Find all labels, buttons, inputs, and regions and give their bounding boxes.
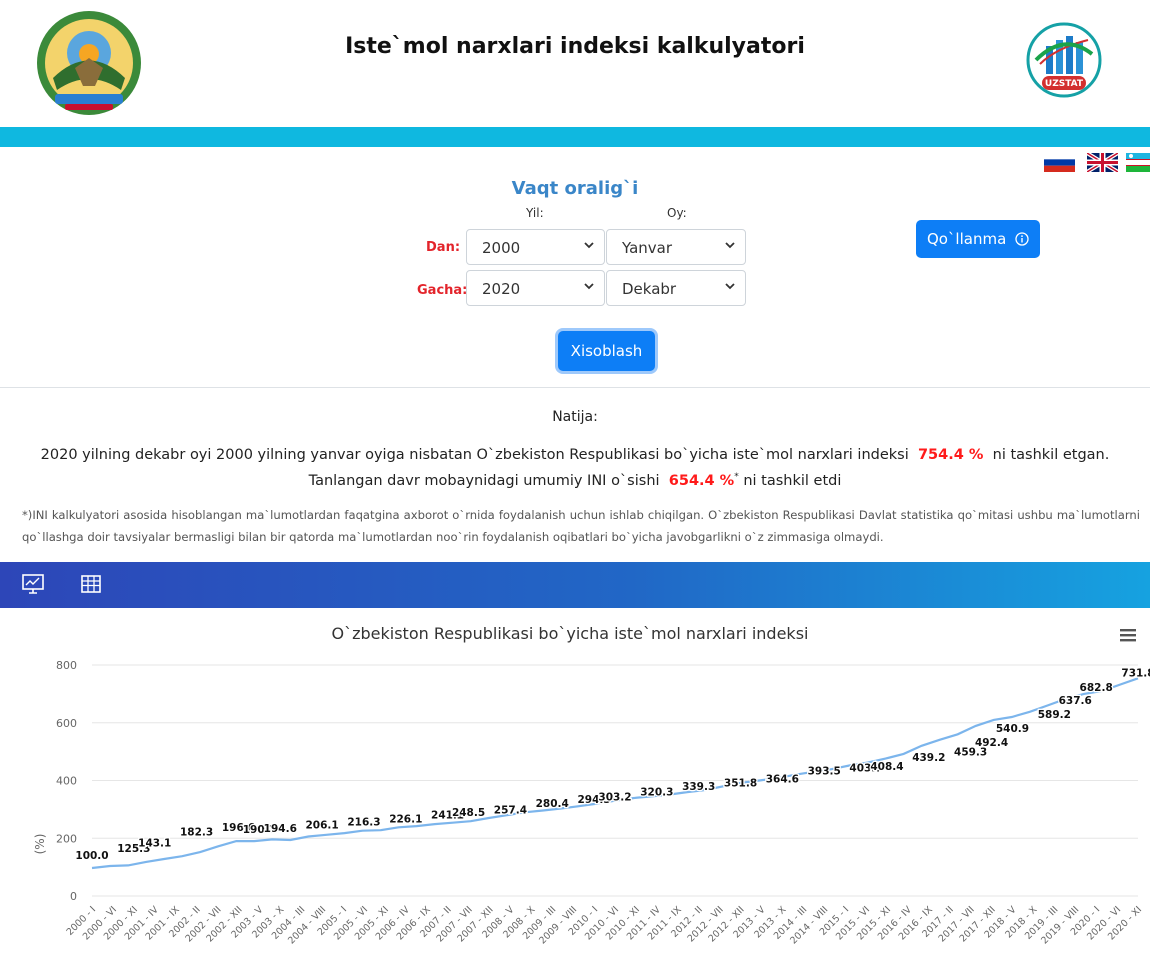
- data-label: 303.2: [598, 791, 631, 803]
- data-label: 351.8: [724, 777, 757, 789]
- data-label: 589.2: [1038, 709, 1071, 721]
- data-label: 280.4: [536, 798, 569, 810]
- uzbek-flag-icon[interactable]: [1126, 153, 1150, 172]
- chart-title: O`zbekiston Respublikasi bo`yicha iste`m…: [332, 624, 809, 643]
- header: Iste`mol narxlari indeksi kalkulyatori U…: [0, 0, 1150, 127]
- data-label: 540.9: [996, 723, 1029, 735]
- y-tick-label: 800: [56, 659, 77, 672]
- table-view-icon[interactable]: [80, 573, 102, 595]
- data-label: 182.3: [180, 826, 213, 838]
- data-label: 492.4: [975, 737, 1008, 749]
- accent-bar: [0, 127, 1150, 147]
- english-flag-icon[interactable]: [1087, 153, 1118, 172]
- result-line-1: 2020 yilning dekabr oyi 2000 yilning yan…: [0, 447, 1150, 463]
- data-label: 206.1: [306, 819, 339, 831]
- to-month-select[interactable]: Dekabr: [606, 270, 746, 306]
- guide-button[interactable]: Qo`llanma: [916, 220, 1040, 258]
- data-label: 194.6: [264, 823, 297, 835]
- result-line-2: Tanlangan davr mobaynidagi umumiy INI o`…: [0, 472, 1150, 489]
- chart-toolbar: [0, 562, 1150, 608]
- data-label: 226.1: [389, 814, 422, 826]
- to-month-value: Dekabr: [622, 280, 677, 298]
- data-label: 364.6: [766, 774, 799, 786]
- chevron-down-icon: [584, 283, 594, 290]
- cpi-value: 754.4 %: [917, 447, 984, 463]
- data-label: 731.8: [1121, 668, 1150, 680]
- month-column-label: Oy:: [667, 206, 687, 220]
- data-label: 100.0: [75, 850, 108, 862]
- y-tick-label: 400: [56, 775, 77, 788]
- state-emblem-logo: [37, 11, 141, 115]
- chevron-down-icon: [725, 283, 735, 290]
- uzstat-logo-text: UZSTAT: [1045, 79, 1084, 89]
- result-line-2-suffix: ni tashkil etdi: [743, 472, 842, 489]
- data-label: 637.6: [1059, 695, 1092, 707]
- guide-button-label: Qo`llanma: [926, 230, 1007, 248]
- chart-view-icon[interactable]: [22, 573, 44, 595]
- growth-value: 654.4 %: [668, 472, 735, 489]
- data-label: 216.3: [347, 817, 380, 829]
- data-label: 257.4: [494, 805, 527, 817]
- chevron-down-icon: [584, 242, 594, 249]
- data-label: 682.8: [1080, 682, 1113, 694]
- data-label: 439.2: [912, 752, 945, 764]
- to-year-select[interactable]: 2020: [466, 270, 605, 306]
- result-label: Natija:: [552, 409, 598, 425]
- page-title: Iste`mol narxlari indeksi kalkulyatori: [345, 34, 805, 59]
- disclaimer-note: *)INI kalkulyatori asosida hisoblangan m…: [22, 508, 1140, 544]
- data-label: 143.1: [138, 838, 171, 850]
- data-label: 339.3: [682, 781, 715, 793]
- cpi-series-line: [91, 677, 1139, 870]
- divider: [0, 387, 1150, 388]
- footnote-mark: *: [734, 472, 739, 482]
- result-line-1-suffix: ni tashkil etgan.: [992, 447, 1110, 463]
- from-label: Dan:: [426, 240, 461, 255]
- russian-flag-icon[interactable]: [1044, 153, 1075, 172]
- to-label: Gacha:: [417, 283, 468, 298]
- year-column-label: Yil:: [526, 206, 544, 220]
- from-year-select[interactable]: 2000: [466, 229, 605, 265]
- chart-svg: O`zbekiston Respublikasi bo`yicha iste`m…: [33, 624, 1150, 946]
- menu-icon[interactable]: [1120, 629, 1136, 642]
- y-axis-label: (%): [33, 834, 47, 855]
- info-icon: [1015, 232, 1029, 246]
- data-label: 320.3: [640, 787, 673, 799]
- cpi-chart: O`zbekiston Respublikasi bo`yicha iste`m…: [0, 608, 1150, 956]
- result-line-1-prefix: 2020 yilning dekabr oyi 2000 yilning yan…: [40, 447, 909, 463]
- data-label: 248.5: [452, 807, 485, 819]
- y-tick-label: 600: [56, 717, 77, 730]
- y-tick-label: 200: [56, 832, 77, 845]
- from-month-value: Yanvar: [622, 239, 673, 257]
- uzstat-logo: UZSTAT: [1026, 22, 1102, 98]
- calculate-button[interactable]: Xisoblash: [558, 331, 655, 371]
- data-label: 393.5: [808, 765, 841, 777]
- y-tick-label: 0: [70, 890, 77, 903]
- time-range-title: Vaqt oralig`i: [511, 178, 639, 199]
- chevron-down-icon: [725, 242, 735, 249]
- from-month-select[interactable]: Yanvar: [606, 229, 746, 265]
- from-year-value: 2000: [482, 239, 521, 257]
- result-line-2-prefix: Tanlangan davr mobaynidagi umumiy INI o`…: [308, 472, 660, 489]
- data-label: 408.4: [870, 761, 903, 773]
- to-year-value: 2020: [482, 280, 521, 298]
